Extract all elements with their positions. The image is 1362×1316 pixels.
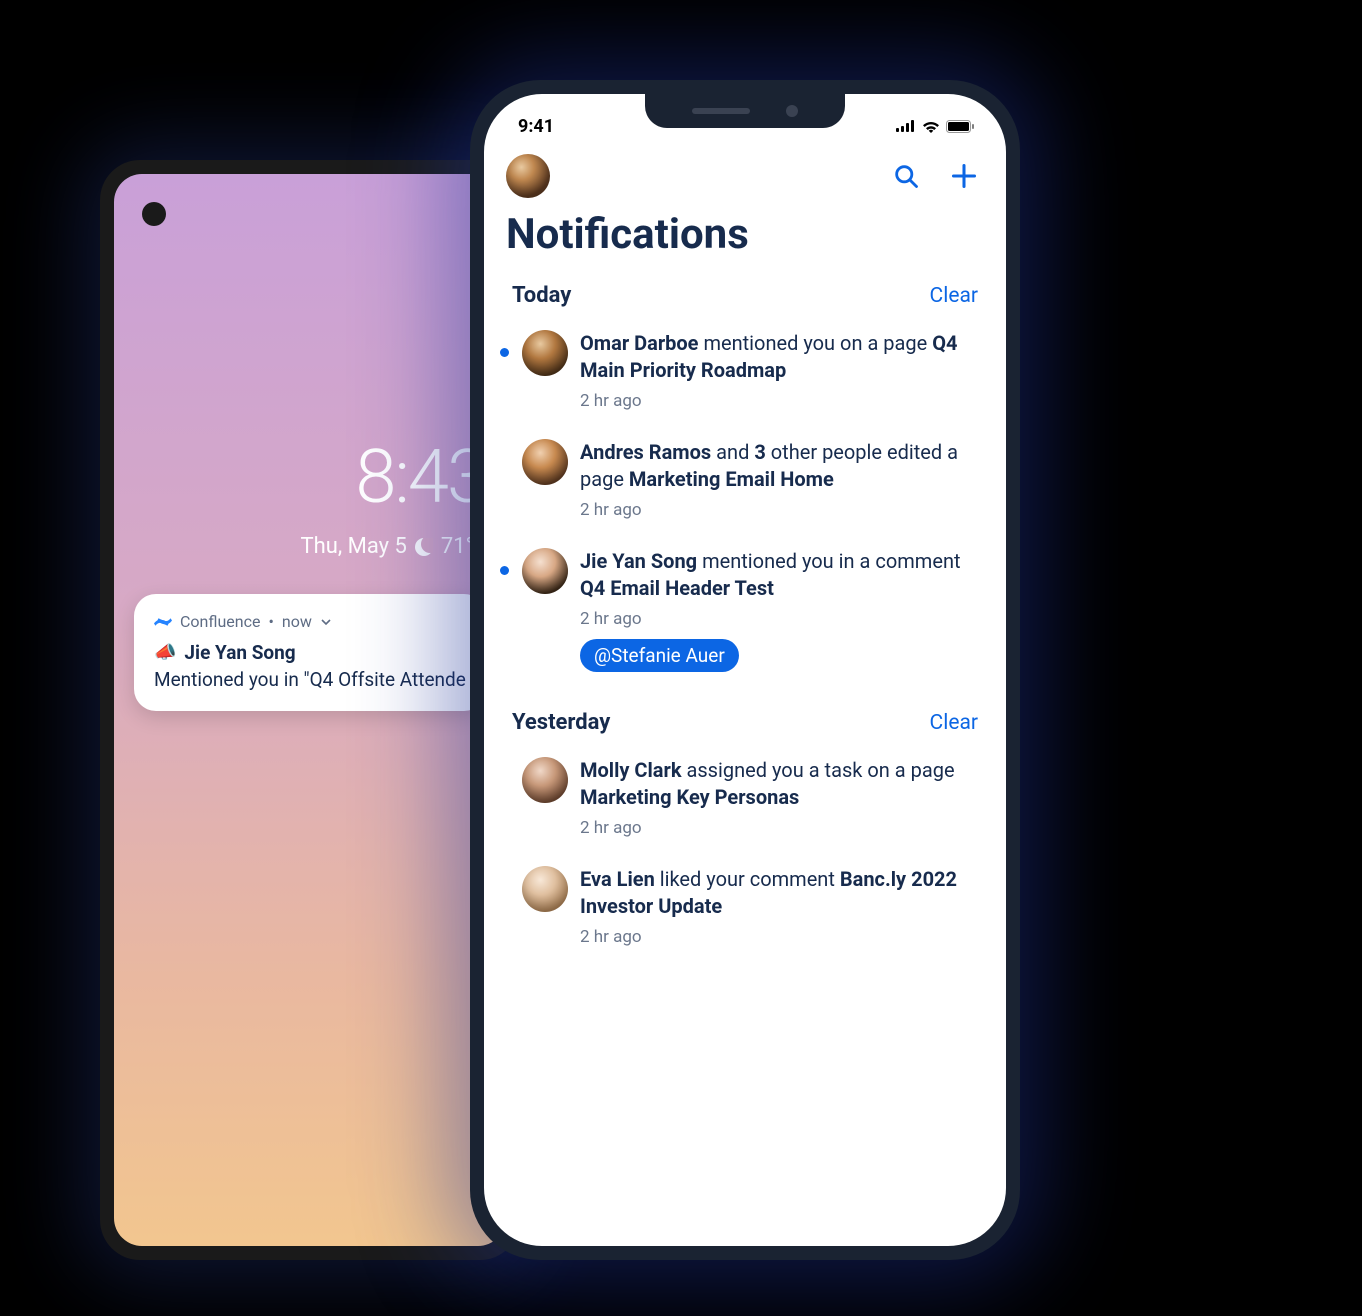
section-header-yesterday: Yesterday Clear bbox=[484, 690, 1006, 749]
android-notification-when: now bbox=[282, 612, 312, 631]
search-icon[interactable] bbox=[892, 162, 920, 190]
android-camera-cutout bbox=[142, 202, 166, 226]
android-date-row: Thu, May 5 71°F bbox=[300, 534, 486, 559]
app-header bbox=[484, 144, 1006, 198]
confluence-icon bbox=[154, 613, 172, 631]
android-lock-screen: 8:43 Thu, May 5 71°F Confluence • now 📣 … bbox=[114, 174, 506, 1246]
section-header-today: Today Clear bbox=[484, 277, 1006, 322]
iphone-frame: 9:41 bbox=[470, 80, 1020, 1260]
avatar[interactable] bbox=[522, 757, 568, 803]
notification-text: Eva Lien liked your comment Banc.ly 2022… bbox=[580, 866, 978, 949]
clear-button[interactable]: Clear bbox=[930, 711, 978, 735]
notification-item[interactable]: Jie Yan Song mentioned you in a comment … bbox=[484, 540, 1006, 691]
unread-dot-icon bbox=[500, 348, 509, 357]
android-notification-title: Jie Yan Song bbox=[184, 641, 295, 664]
dot-separator: • bbox=[268, 612, 273, 631]
android-clock: 8:43 bbox=[355, 434, 486, 521]
notification-item[interactable]: Omar Darboe mentioned you on a page Q4 M… bbox=[484, 322, 1006, 431]
page-title: Notifications bbox=[484, 198, 1006, 277]
notification-item[interactable]: Molly Clark assigned you a task on a pag… bbox=[484, 749, 1006, 858]
iphone-screen: 9:41 bbox=[484, 94, 1006, 1246]
notch-camera bbox=[786, 105, 798, 117]
notification-text: Omar Darboe mentioned you on a page Q4 M… bbox=[580, 330, 978, 413]
notification-text: Andres Ramos and 3 other people edited a… bbox=[580, 439, 978, 522]
plus-icon[interactable] bbox=[950, 162, 978, 190]
unread-dot-icon bbox=[500, 566, 509, 575]
android-notification-header: Confluence • now bbox=[154, 612, 466, 631]
android-notification-body: Mentioned you in "Q4 Offsite Attende bbox=[154, 668, 466, 691]
notification-item[interactable]: Eva Lien liked your comment Banc.ly 2022… bbox=[484, 858, 1006, 967]
notification-time: 2 hr ago bbox=[580, 608, 978, 631]
android-phone-frame: 8:43 Thu, May 5 71°F Confluence • now 📣 … bbox=[100, 160, 520, 1260]
section-label: Yesterday bbox=[512, 710, 610, 735]
wifi-icon bbox=[922, 120, 940, 133]
notification-item[interactable]: Andres Ramos and 3 other people edited a… bbox=[484, 431, 1006, 540]
status-time: 9:41 bbox=[518, 116, 554, 137]
notification-time: 2 hr ago bbox=[580, 390, 978, 413]
notification-text: Molly Clark assigned you a task on a pag… bbox=[580, 757, 978, 840]
android-notification-app: Confluence bbox=[180, 612, 260, 631]
moon-icon bbox=[415, 538, 433, 556]
notification-time: 2 hr ago bbox=[580, 817, 978, 840]
cellular-signal-icon bbox=[896, 120, 916, 132]
notch-speaker bbox=[692, 108, 750, 114]
notification-time: 2 hr ago bbox=[580, 499, 978, 522]
profile-avatar[interactable] bbox=[506, 154, 550, 198]
megaphone-icon: 📣 bbox=[154, 642, 176, 663]
avatar[interactable] bbox=[522, 330, 568, 376]
android-notification-card[interactable]: Confluence • now 📣 Jie Yan Song Mentione… bbox=[134, 594, 486, 711]
notification-time: 2 hr ago bbox=[580, 926, 978, 949]
avatar[interactable] bbox=[522, 548, 568, 594]
android-date: Thu, May 5 bbox=[300, 534, 406, 559]
battery-icon bbox=[946, 120, 974, 133]
iphone-notch bbox=[645, 94, 845, 128]
notification-text: Jie Yan Song mentioned you in a comment … bbox=[580, 548, 978, 673]
avatar[interactable] bbox=[522, 866, 568, 912]
section-label: Today bbox=[512, 283, 571, 308]
chevron-down-icon[interactable] bbox=[320, 616, 332, 628]
mention-chip[interactable]: @Stefanie Auer bbox=[580, 639, 739, 673]
avatar[interactable] bbox=[522, 439, 568, 485]
clear-button[interactable]: Clear bbox=[930, 284, 978, 308]
